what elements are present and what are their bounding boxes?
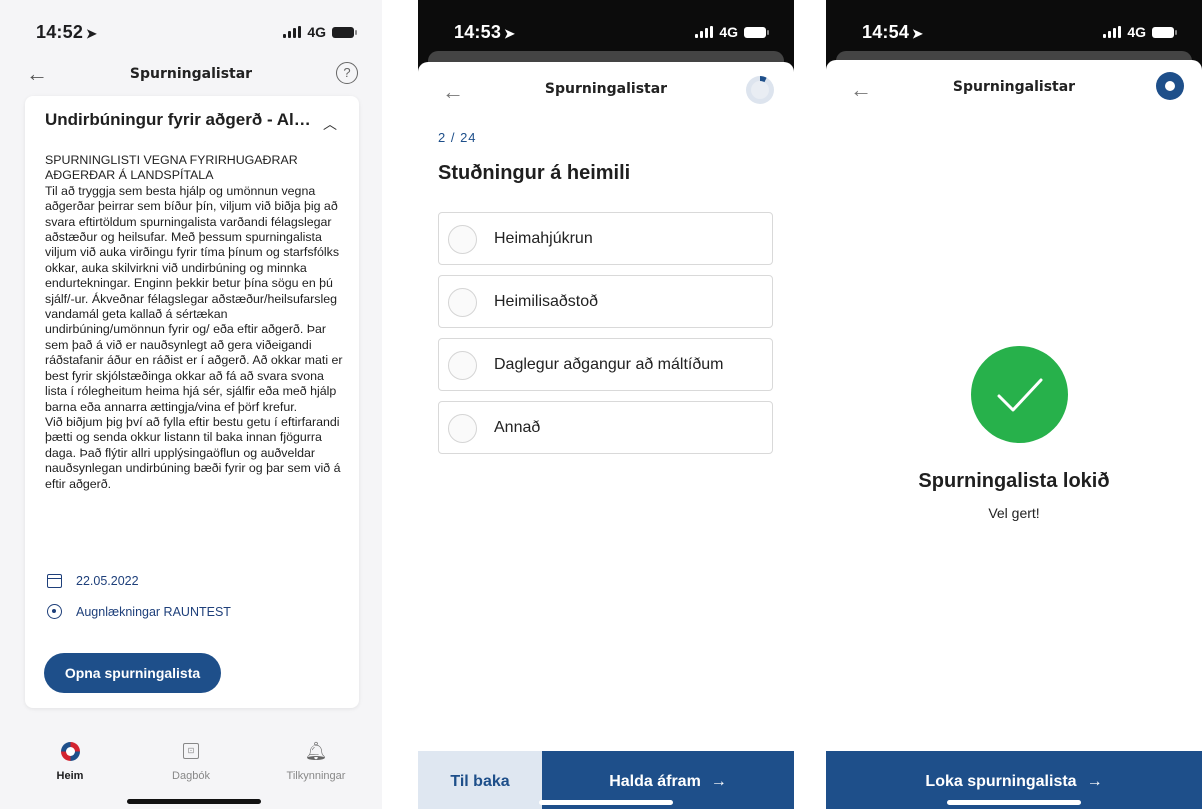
location-row: Augnlækningar RAUNTEST	[47, 604, 231, 619]
tab-diary[interactable]: ⊡ Dagbók	[141, 738, 241, 782]
questionnaire-card: Undirbúningur fyrir aðgerð - Almenn... ︿…	[25, 96, 359, 708]
hospital-logo-icon	[60, 741, 80, 761]
diary-icon: ⊡	[183, 743, 199, 759]
tab-home[interactable]: Heim	[20, 738, 120, 782]
open-questionnaire-button[interactable]: Opna spurningalista	[44, 653, 221, 693]
answer-option[interactable]: Heimilisaðstoð	[438, 275, 773, 328]
previous-button[interactable]: Til baka	[418, 751, 542, 809]
question-sheet: ← Spurningalistar 2 / 24 Stuðningur á he…	[418, 62, 794, 809]
question-title: Stuðningur á heimili	[438, 162, 631, 184]
battery-icon	[332, 26, 357, 38]
answer-option-label: Heimahjúkrun	[494, 230, 593, 247]
status-network: 4G	[1103, 24, 1177, 40]
radio-button[interactable]	[448, 225, 477, 254]
phone-screen-completed: 14:54 ➤ 4G ← Spurningalistar Spurningalis…	[826, 0, 1202, 809]
network-label: 4G	[307, 24, 326, 40]
signal-icon	[1103, 26, 1122, 38]
bell-icon: 🔔︎	[304, 740, 328, 761]
status-time: 14:53 ➤	[454, 22, 516, 42]
completion-title: Spurningalista lokið	[918, 470, 1110, 492]
radio-button[interactable]	[448, 351, 477, 380]
location-pin-icon	[47, 604, 62, 619]
questionnaire-intro: SPURNINGLISTI VEGNA FYRIRHUGAÐRAR AÐGERÐ…	[45, 153, 349, 492]
status-bar: 14:54 ➤ 4G	[826, 0, 1202, 58]
tab-notifications[interactable]: 🔔︎ Tilkynningar	[266, 738, 366, 783]
answer-option[interactable]: Daglegur aðgangur að máltíðum	[438, 338, 773, 391]
network-label: 4G	[719, 24, 738, 40]
status-network: 4G	[283, 24, 357, 40]
home-indicator	[127, 799, 261, 804]
intro-paragraph: Við biðjum þig því að fylla eftir bestu …	[45, 414, 341, 491]
questionnaire-date: 22.05.2022	[76, 574, 139, 588]
nav-title: Spurningalistar	[544, 81, 668, 97]
answer-option-label: Daglegur aðgangur að máltíðum	[494, 356, 724, 373]
tab-label: Heim	[56, 770, 84, 782]
intro-paragraph: Til að tryggja sem besta hjálp og umönnu…	[45, 183, 343, 414]
radio-button[interactable]	[448, 288, 477, 317]
status-bar: 14:53 ➤ 4G	[418, 0, 794, 58]
nav-title: Spurningalistar	[129, 66, 253, 82]
home-indicator	[947, 800, 1081, 805]
chevron-up-icon[interactable]: ︿	[323, 114, 337, 134]
questionnaire-location: Augnlækningar RAUNTEST	[76, 604, 231, 619]
signal-icon	[695, 26, 714, 38]
location-arrow-icon: ➤	[86, 26, 98, 41]
completion-subtitle: Vel gert!	[988, 505, 1040, 521]
battery-icon	[744, 26, 769, 38]
progress-complete-icon	[1156, 72, 1184, 100]
question-counter: 2 / 24	[438, 130, 477, 145]
progress-ring-icon	[746, 76, 774, 104]
answer-option[interactable]: Annað	[438, 401, 773, 454]
help-icon[interactable]: ?	[336, 62, 358, 84]
date-row: 22.05.2022	[47, 574, 139, 588]
phone-screen-question: 14:53 ➤ 4G ← Spurningalistar 2 / 24 Stuðn…	[418, 0, 794, 809]
answer-option-label: Annað	[494, 419, 541, 436]
success-check-icon	[971, 346, 1068, 443]
calendar-icon	[47, 574, 62, 588]
nav-title: Spurningalistar	[952, 79, 1076, 95]
arrow-right-icon: →	[710, 773, 727, 790]
intro-heading: SPURNINGLISTI VEGNA FYRIRHUGAÐRAR AÐGERÐ…	[45, 153, 298, 183]
status-network: 4G	[695, 24, 769, 40]
nav-bar: ← Spurningalistar ?	[0, 58, 382, 94]
home-indicator	[539, 800, 673, 805]
location-arrow-icon: ➤	[912, 26, 924, 41]
answer-option[interactable]: Heimahjúkrun	[438, 212, 773, 265]
tab-label: Dagbók	[172, 770, 210, 782]
location-arrow-icon: ➤	[504, 26, 516, 41]
signal-icon	[283, 26, 302, 38]
battery-icon	[1152, 26, 1177, 38]
status-time: 14:52 ➤	[36, 22, 98, 42]
tab-label: Tilkynningar	[286, 770, 346, 782]
status-bar: 14:52 ➤ 4G	[0, 0, 382, 58]
phone-screen-questionnaire-list: 14:52 ➤ 4G ← Spurningalistar ? Undirbúnin…	[0, 0, 382, 809]
answer-option-label: Heimilisaðstoð	[494, 293, 599, 310]
status-time: 14:54 ➤	[862, 22, 924, 42]
arrow-right-icon: →	[1086, 773, 1103, 790]
radio-button[interactable]	[448, 414, 477, 443]
questionnaire-title: Undirbúningur fyrir aðgerð - Almenn...	[45, 110, 317, 129]
network-label: 4G	[1127, 24, 1146, 40]
